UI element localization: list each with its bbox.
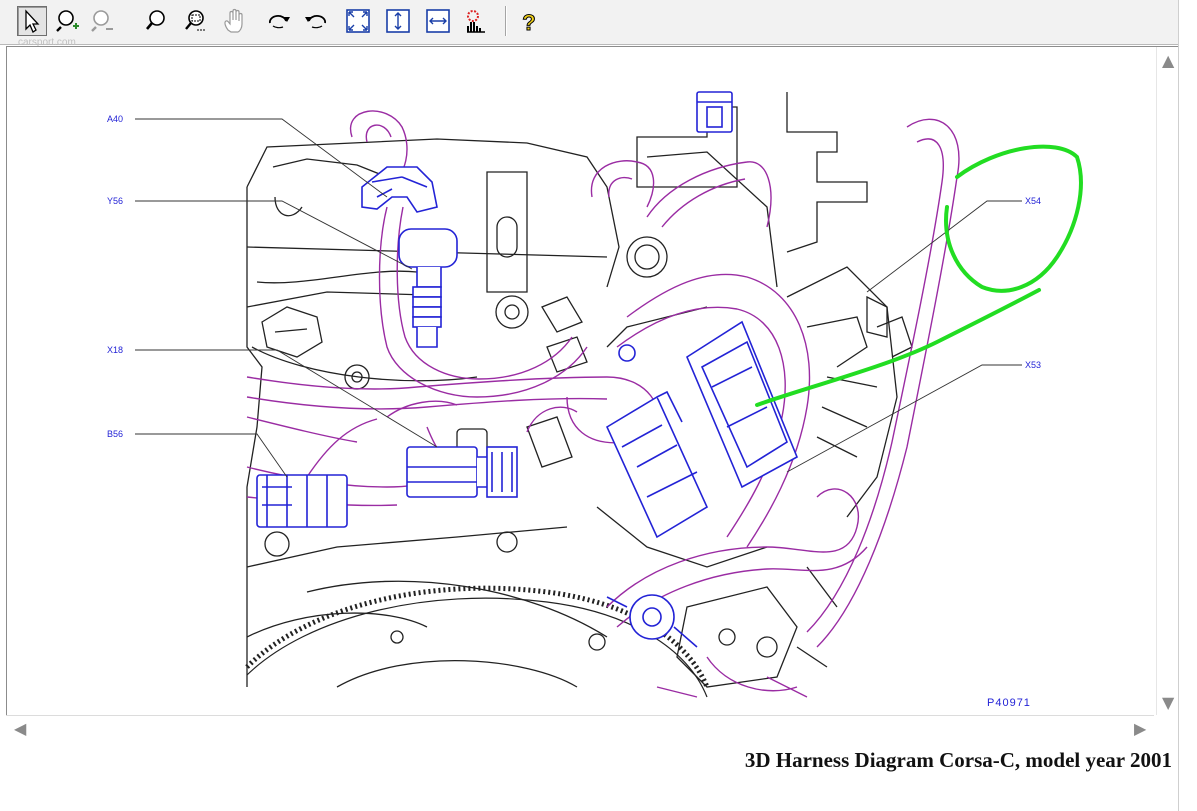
scroll-right-arrow-icon[interactable]: ▶ <box>1134 721 1146 737</box>
label-x18[interactable]: X18 <box>107 345 123 355</box>
component-x53[interactable] <box>605 390 709 539</box>
scroll-up-arrow-icon[interactable]: ▲ <box>1162 53 1174 69</box>
rotate-clockwise-icon <box>269 15 290 29</box>
fit-all-button[interactable] <box>343 6 373 36</box>
component-y56[interactable] <box>398 228 458 348</box>
diagram-caption: 3D Harness Diagram Corsa-C, model year 2… <box>744 748 1172 772</box>
horizontal-scrollbar[interactable]: ◀ ▶ <box>6 715 1154 742</box>
component-a40[interactable] <box>361 166 438 213</box>
label-b56[interactable]: B56 <box>107 429 123 439</box>
zoom-window-button[interactable] <box>180 6 210 36</box>
label-x54[interactable]: X54 <box>1025 196 1041 206</box>
figure-number: P40971 <box>987 697 1031 709</box>
leader-lines <box>135 118 1022 478</box>
highlight-component-icon <box>467 10 485 33</box>
harness-diagram[interactable]: A40 Y56 X18 B56 X54 X53 P40971 <box>7 47 1155 716</box>
select-tool-button[interactable] <box>17 6 47 36</box>
hand-icon <box>224 8 243 33</box>
label-a40[interactable]: A40 <box>107 114 123 124</box>
zoom-in-button[interactable] <box>53 6 83 36</box>
fit-height-button[interactable] <box>383 6 413 36</box>
highlight-button[interactable] <box>461 6 491 36</box>
fit-height-icon <box>386 9 410 33</box>
right-window-edge <box>1178 0 1197 811</box>
zoom-in-icon <box>56 10 79 32</box>
vertical-scrollbar[interactable]: ▲ ▼ <box>1156 47 1178 716</box>
scroll-left-arrow-icon[interactable]: ◀ <box>14 721 26 737</box>
help-question-icon: ? <box>522 10 536 35</box>
label-x53[interactable]: X53 <box>1025 360 1041 370</box>
viewer-toolbar: ? <box>0 0 1178 45</box>
wiring-harness <box>246 110 960 698</box>
fit-width-icon <box>426 9 450 33</box>
scrollbar-corner <box>1154 715 1177 741</box>
component-x54[interactable] <box>685 320 799 489</box>
svg-text:?: ? <box>522 10 535 34</box>
diagram-viewport[interactable]: A40 Y56 X18 B56 X54 X53 P40971 ▲ ▼ <box>6 46 1178 716</box>
component-b56[interactable] <box>256 474 348 528</box>
component-sensor-hub[interactable] <box>606 594 698 648</box>
pan-button[interactable] <box>219 6 249 36</box>
scroll-down-arrow-icon[interactable]: ▼ <box>1162 695 1174 711</box>
component-small-clip[interactable] <box>618 344 636 362</box>
component-top-connector[interactable] <box>696 91 733 133</box>
zoom-out-button[interactable] <box>87 6 117 36</box>
label-y56[interactable]: Y56 <box>107 196 123 206</box>
rotate-cw-button[interactable] <box>264 6 294 36</box>
fit-all-icon <box>346 9 370 33</box>
zoom-window-icon <box>185 10 206 31</box>
fit-width-button[interactable] <box>423 6 453 36</box>
pointer-arrow-icon <box>25 9 40 33</box>
zoom-out-icon <box>91 10 113 32</box>
component-x18[interactable] <box>406 446 518 498</box>
toolbar-separator <box>505 6 507 36</box>
magnifier-icon <box>146 10 165 30</box>
zoom-button[interactable] <box>141 6 171 36</box>
rotate-counterclockwise-icon <box>305 15 326 29</box>
help-button[interactable]: ? <box>514 6 544 36</box>
rotate-ccw-button[interactable] <box>301 6 331 36</box>
